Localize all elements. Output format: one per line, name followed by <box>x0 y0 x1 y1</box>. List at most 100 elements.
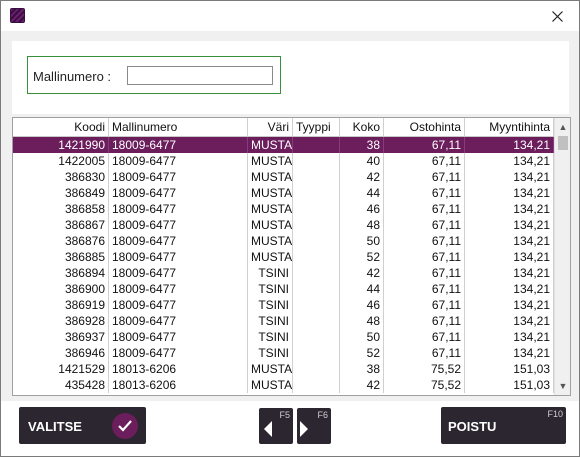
cell-koko: 38 <box>340 361 384 377</box>
cell-tyyppi <box>293 329 340 345</box>
arrow-right-icon <box>300 421 308 437</box>
table-row[interactable]: 1422005 18009-6477 MUSTA 40 67,11 134,21 <box>13 153 554 169</box>
cell-vari: TSINI <box>248 313 293 329</box>
cell-osto: 67,11 <box>384 345 465 361</box>
cell-tyyppi <box>293 153 340 169</box>
cell-koko: 38 <box>340 137 384 153</box>
cell-tyyppi <box>293 169 340 185</box>
table-row[interactable]: 386928 18009-6477 TSINI 48 67,11 134,21 <box>13 313 554 329</box>
cell-malli: 18009-6477 <box>109 169 248 185</box>
cell-myynti: 134,21 <box>465 169 554 185</box>
exit-button[interactable]: POISTU F10 <box>441 407 566 444</box>
cell-vari: TSINI <box>248 265 293 281</box>
cell-tyyppi <box>293 233 340 249</box>
cell-koko: 46 <box>340 297 384 313</box>
table-row[interactable]: 386946 18009-6477 TSINI 52 67,11 134,21 <box>13 345 554 361</box>
table-row[interactable]: 1421529 18013-6206 MUSTA 38 75,52 151,03 <box>13 361 554 377</box>
column-header-vari[interactable]: Väri <box>248 118 293 136</box>
cell-koodi: 386928 <box>13 313 109 329</box>
cell-myynti: 134,21 <box>465 233 554 249</box>
cell-tyyppi <box>293 297 340 313</box>
grid-header: Koodi Mallinumero Väri Tyyppi Koko Ostoh… <box>13 118 554 137</box>
cell-osto: 67,11 <box>384 329 465 345</box>
cell-osto: 67,11 <box>384 233 465 249</box>
scroll-thumb[interactable] <box>558 136 568 150</box>
column-header-koodi[interactable]: Koodi <box>13 118 109 136</box>
cell-myynti: 134,21 <box>465 313 554 329</box>
cell-malli: 18009-6477 <box>109 153 248 169</box>
exit-key-hint: F10 <box>547 409 563 419</box>
cell-myynti: 134,21 <box>465 249 554 265</box>
cell-koodi: 1421529 <box>13 361 109 377</box>
model-number-input[interactable] <box>127 66 273 85</box>
cell-koodi: 1422005 <box>13 153 109 169</box>
arrow-left-icon <box>264 421 272 437</box>
table-row[interactable]: 386876 18009-6477 MUSTA 50 67,11 134,21 <box>13 233 554 249</box>
cell-koodi: 386919 <box>13 297 109 313</box>
cell-vari: TSINI <box>248 297 293 313</box>
cell-koodi: 386946 <box>13 345 109 361</box>
cell-vari: MUSTA <box>248 137 293 153</box>
cell-myynti: 134,21 <box>465 281 554 297</box>
cell-osto: 67,11 <box>384 185 465 201</box>
dialog-window: Mallinumero : Koodi Mallinumero Väri Tyy… <box>0 0 580 457</box>
scroll-up-icon[interactable]: ▲ <box>555 120 570 134</box>
cell-tyyppi <box>293 281 340 297</box>
cell-vari: MUSTA <box>248 201 293 217</box>
cell-koko: 48 <box>340 217 384 233</box>
table-row[interactable]: 386867 18009-6477 MUSTA 48 67,11 134,21 <box>13 217 554 233</box>
cell-myynti: 134,21 <box>465 153 554 169</box>
cell-myynti: 134,21 <box>465 217 554 233</box>
close-button[interactable] <box>535 1 579 31</box>
cell-malli: 18009-6477 <box>109 297 248 313</box>
cell-malli: 18009-6477 <box>109 249 248 265</box>
cell-malli: 18009-6477 <box>109 313 248 329</box>
next-button[interactable]: F6 <box>297 408 331 444</box>
cell-tyyppi <box>293 217 340 233</box>
table-row[interactable]: 386900 18009-6477 TSINI 44 67,11 134,21 <box>13 281 554 297</box>
cell-tyyppi <box>293 249 340 265</box>
table-row[interactable]: 435428 18013-6206 MUSTA 42 75,52 151,03 <box>13 377 554 393</box>
vertical-scrollbar[interactable]: ▲ ▼ <box>554 118 570 395</box>
checkmark-icon <box>112 413 138 439</box>
cell-myynti: 134,21 <box>465 185 554 201</box>
cell-vari: MUSTA <box>248 153 293 169</box>
filter-panel: Mallinumero : <box>12 41 569 114</box>
table-row[interactable]: 1421990 18009-6477 MUSTA 38 67,11 134,21 <box>13 137 554 153</box>
column-header-tyyppi[interactable]: Tyyppi <box>293 118 340 136</box>
table-row[interactable]: 386919 18009-6477 TSINI 46 67,11 134,21 <box>13 297 554 313</box>
cell-myynti: 134,21 <box>465 297 554 313</box>
table-row[interactable]: 386894 18009-6477 TSINI 42 67,11 134,21 <box>13 265 554 281</box>
cell-malli: 18009-6477 <box>109 185 248 201</box>
cell-myynti: 134,21 <box>465 201 554 217</box>
cell-osto: 67,11 <box>384 169 465 185</box>
cell-koko: 42 <box>340 265 384 281</box>
cell-myynti: 151,03 <box>465 377 554 393</box>
cell-malli: 18009-6477 <box>109 329 248 345</box>
cell-malli: 18009-6477 <box>109 137 248 153</box>
model-number-label: Mallinumero : <box>33 69 112 84</box>
scroll-down-icon[interactable]: ▼ <box>555 379 570 393</box>
column-header-koko[interactable]: Koko <box>340 118 384 136</box>
column-header-mallinumero[interactable]: Mallinumero <box>109 118 248 136</box>
table-row[interactable]: 386885 18009-6477 MUSTA 52 67,11 134,21 <box>13 249 554 265</box>
column-header-ostohinta[interactable]: Ostohinta <box>384 118 465 136</box>
cell-vari: MUSTA <box>248 249 293 265</box>
exit-button-label: POISTU <box>448 419 497 434</box>
table-row[interactable]: 386830 18009-6477 MUSTA 42 67,11 134,21 <box>13 169 554 185</box>
column-header-myyntihinta[interactable]: Myyntihinta <box>465 118 554 136</box>
cell-myynti: 134,21 <box>465 137 554 153</box>
cell-tyyppi <box>293 313 340 329</box>
table-row[interactable]: 386937 18009-6477 TSINI 50 67,11 134,21 <box>13 329 554 345</box>
cell-osto: 67,11 <box>384 201 465 217</box>
select-button[interactable]: VALITSE <box>19 407 146 444</box>
table-row[interactable]: 386858 18009-6477 MUSTA 46 67,11 134,21 <box>13 201 554 217</box>
cell-osto: 67,11 <box>384 153 465 169</box>
cell-malli: 18013-6206 <box>109 361 248 377</box>
cell-koko: 48 <box>340 313 384 329</box>
cell-myynti: 134,21 <box>465 345 554 361</box>
cell-osto: 75,52 <box>384 361 465 377</box>
table-row[interactable]: 386849 18009-6477 MUSTA 44 67,11 134,21 <box>13 185 554 201</box>
previous-button[interactable]: F5 <box>259 408 293 444</box>
cell-malli: 18009-6477 <box>109 233 248 249</box>
